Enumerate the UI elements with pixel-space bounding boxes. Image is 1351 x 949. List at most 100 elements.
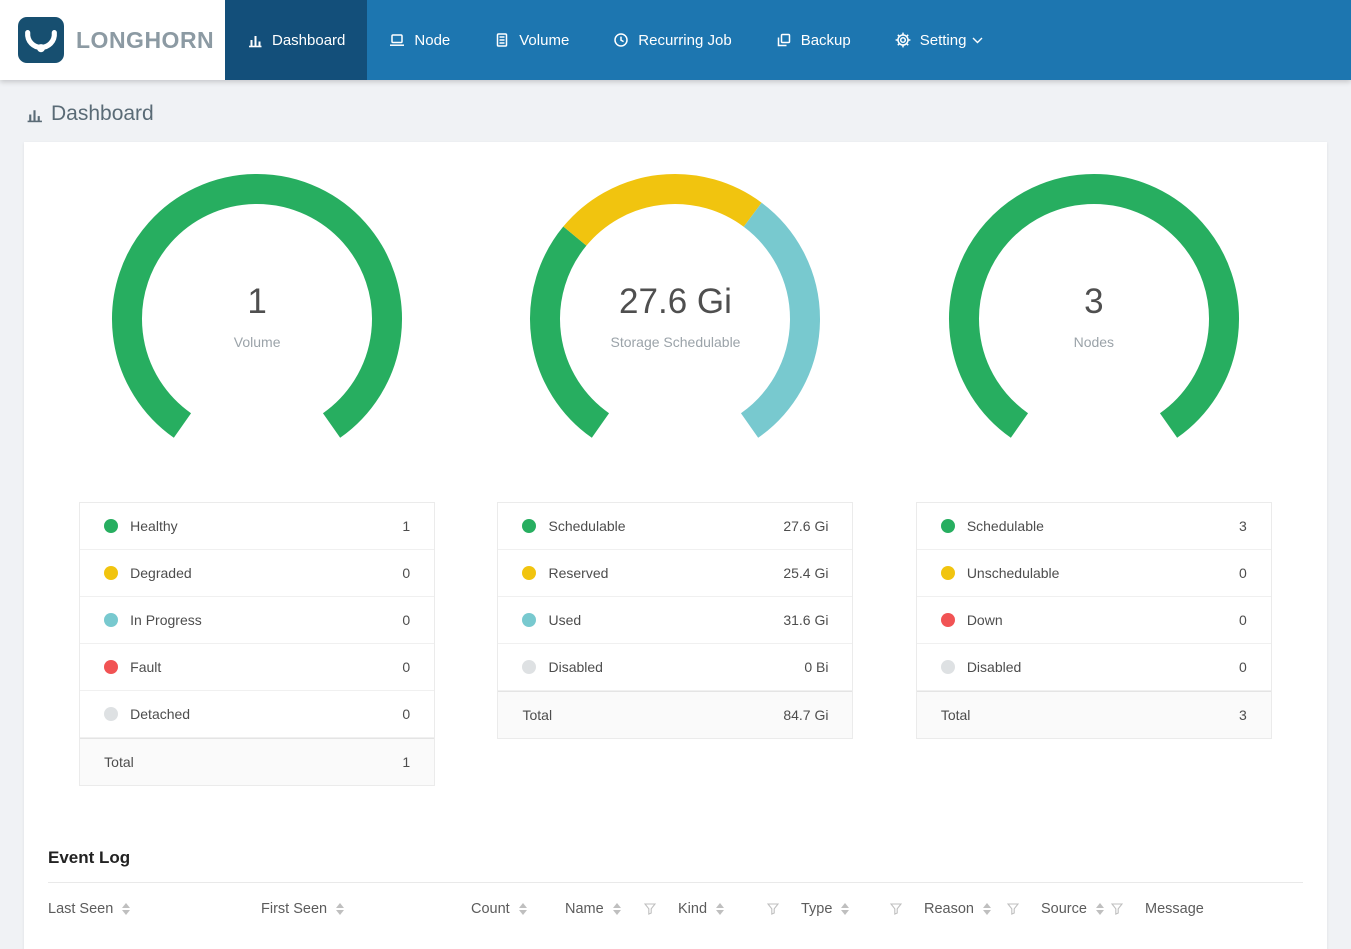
status-dot: [522, 613, 537, 627]
status-dot: [104, 707, 119, 721]
legend-row-used: Used 31.6 Gi: [498, 597, 853, 644]
status-dot: [940, 566, 955, 580]
status-dot: [940, 660, 955, 674]
legend-value: 31.6 Gi: [783, 612, 829, 628]
sort-icon[interactable]: [841, 902, 850, 915]
column-header-count[interactable]: Count: [471, 901, 565, 917]
nav-item-volume[interactable]: Volume: [472, 0, 591, 80]
legend-row-disabled: Disabled 0: [916, 644, 1271, 691]
nav-item-setting[interactable]: Setting: [873, 0, 1006, 80]
legend-value: 0: [402, 659, 411, 675]
legend-label: Disabled: [966, 659, 1022, 675]
legend-label: Healthy: [130, 518, 178, 534]
legend-label: Disabled: [548, 659, 603, 675]
status-dot: [104, 519, 119, 533]
legend-label: Detached: [130, 706, 191, 722]
legend-label: Down: [966, 612, 1003, 628]
logo-link[interactable]: LONGHORN: [0, 0, 225, 80]
legend-value: 0: [402, 706, 411, 722]
gauge-value: 1: [247, 282, 267, 321]
legend-value: 0: [1239, 565, 1247, 581]
column-header-last-seen[interactable]: Last Seen: [48, 901, 261, 917]
recurring-job-clock-icon: [614, 33, 629, 47]
main-nav: Dashboard Node Volume Recurring Job Back…: [225, 0, 1005, 80]
status-dot: [104, 613, 119, 627]
legend-row-schedulable: Schedulable 3: [916, 503, 1271, 550]
status-dot: [104, 660, 119, 674]
chart-icon: [27, 109, 42, 122]
sort-icon[interactable]: [1095, 902, 1104, 915]
gauge-label: Storage Schedulable: [610, 334, 741, 350]
filter-icon[interactable]: [1111, 902, 1123, 915]
legend-row-reserved: Reserved 25.4 Gi: [498, 550, 853, 597]
status-dot: [522, 566, 537, 580]
column-label: Reason: [924, 900, 974, 917]
column-label: Source: [1041, 900, 1087, 917]
legend-value: 0: [1239, 659, 1247, 675]
column-header-type[interactable]: Type: [801, 901, 924, 917]
longhorn-bull-icon: [25, 30, 57, 53]
total-row: Total 3: [916, 691, 1271, 738]
nav-item-recurring-job[interactable]: Recurring Job: [591, 0, 753, 80]
column-header-source[interactable]: Source: [1041, 901, 1145, 917]
nav-label: Volume: [519, 31, 570, 49]
legend-label: Schedulable: [548, 518, 626, 534]
legend-row-healthy: Healthy 1: [80, 503, 435, 550]
sort-icon[interactable]: [336, 902, 345, 915]
legend-label: Unschedulable: [966, 565, 1060, 581]
breadcrumb: Dashboard: [0, 80, 1351, 142]
legend-label: Schedulable: [966, 518, 1044, 534]
chevron-down-icon: [972, 37, 983, 43]
filter-icon[interactable]: [1007, 902, 1019, 915]
longhorn-logo: [18, 17, 64, 63]
sort-icon[interactable]: [122, 902, 131, 915]
gauge-label: Nodes: [1073, 334, 1115, 350]
event-log-section: Event Log Last Seen First Seen Count Nam…: [48, 848, 1303, 934]
status-dot: [940, 613, 955, 627]
legend-value: 27.6 Gi: [783, 518, 829, 534]
sort-icon[interactable]: [612, 902, 621, 915]
volume-gauge-panel: 1 Volume Healthy 1 Degraded 0 In Progres…: [48, 164, 466, 786]
column-header-first-seen[interactable]: First Seen: [261, 901, 471, 917]
filter-icon[interactable]: [890, 902, 902, 915]
legend-row-unschedulable: Unschedulable 0: [916, 550, 1271, 597]
legend-value: 0: [402, 612, 411, 628]
total-row: Total 1: [80, 738, 435, 785]
column-header-reason[interactable]: Reason: [924, 901, 1041, 917]
nav-item-node[interactable]: Node: [367, 0, 472, 80]
sort-icon[interactable]: [982, 902, 991, 915]
nav-label: Backup: [800, 31, 851, 49]
column-header-name[interactable]: Name: [565, 901, 678, 917]
volume-icon: [497, 33, 508, 47]
legend-row-detached: Detached 0: [80, 691, 435, 738]
node-icon: [390, 34, 405, 46]
column-header-kind[interactable]: Kind: [678, 901, 801, 917]
total-label: Total: [940, 707, 971, 723]
legend-row-down: Down 0: [916, 597, 1271, 644]
gauge-value: 27.6 Gi: [619, 282, 732, 321]
column-header-message: Message: [1145, 901, 1303, 917]
sort-icon[interactable]: [518, 902, 527, 915]
total-value: 1: [402, 754, 411, 770]
status-dot: [104, 566, 119, 580]
legend-value: 3: [1239, 518, 1247, 534]
nodes-legend-table: Schedulable 3 Unschedulable 0 Down 0 Dis…: [915, 502, 1272, 739]
volume-legend-table: Healthy 1 Degraded 0 In Progress 0 Fault…: [79, 502, 436, 786]
total-value: 3: [1239, 707, 1247, 723]
nav-item-backup[interactable]: Backup: [754, 0, 873, 80]
event-log-header-row: Last Seen First Seen Count Name Kind Typ…: [48, 882, 1303, 934]
nav-label: Dashboard: [272, 31, 346, 49]
legend-row-in-progress: In Progress 0: [80, 597, 435, 644]
filter-icon[interactable]: [644, 902, 656, 915]
gauge-label: Volume: [233, 334, 281, 350]
nav-item-dashboard[interactable]: Dashboard: [225, 0, 368, 80]
sort-icon[interactable]: [716, 902, 725, 915]
legend-label: Fault: [130, 659, 162, 675]
nav-label: Node: [414, 31, 451, 49]
brand-name: LONGHORN: [76, 26, 215, 53]
filter-icon[interactable]: [767, 902, 779, 915]
event-log-title: Event Log: [48, 848, 131, 867]
total-value: 84.7 Gi: [783, 707, 829, 723]
legend-label: Degraded: [130, 565, 192, 581]
legend-label: Reserved: [548, 565, 609, 581]
